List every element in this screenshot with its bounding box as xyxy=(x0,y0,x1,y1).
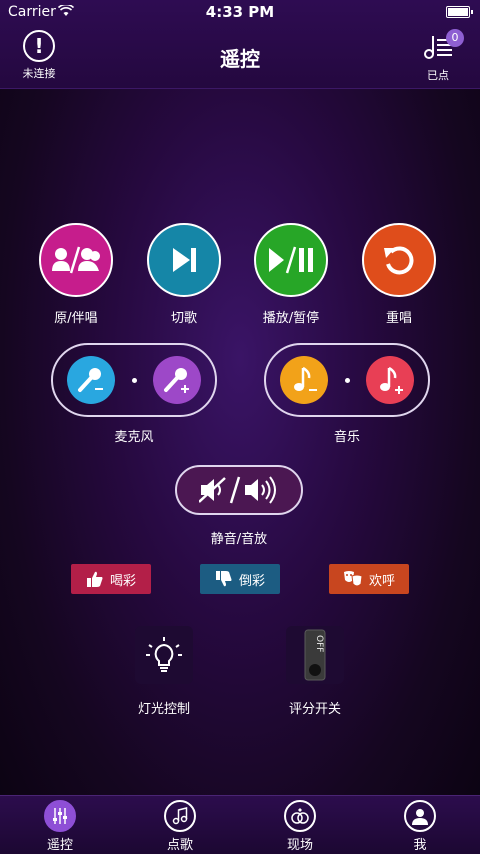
replay-control[interactable]: 重唱 xyxy=(349,223,449,326)
tab-live[interactable]: 现场 xyxy=(260,800,340,853)
skip-next-icon xyxy=(173,248,196,272)
tab-remote-label: 遥控 xyxy=(46,838,73,853)
tab-me-label: 我 xyxy=(413,838,427,853)
replay-button[interactable] xyxy=(362,223,436,297)
hooray-label: 欢呼 xyxy=(368,573,395,589)
queued-songs-button[interactable]: 0 已点 xyxy=(416,29,464,83)
tab-me[interactable]: 我 xyxy=(380,800,460,853)
separator-dot xyxy=(345,378,350,383)
mic-plus-icon xyxy=(164,368,189,393)
mute-label: 静音/音放 xyxy=(210,532,268,547)
tab-songs[interactable]: 点歌 xyxy=(140,800,220,853)
battery-icon xyxy=(446,6,473,18)
replay-icon xyxy=(384,246,414,275)
light-control-button[interactable] xyxy=(135,626,193,684)
mute-toggle-button[interactable] xyxy=(175,465,303,515)
skip-song-button[interactable] xyxy=(147,223,221,297)
music-volume-control xyxy=(264,343,430,417)
tab-remote[interactable]: 遥控 xyxy=(20,800,100,853)
mic-label: 麦克风 xyxy=(114,430,154,445)
score-toggle-label: 评分开关 xyxy=(288,702,341,717)
vocal-switch-icon xyxy=(52,246,100,274)
status-bar: Carrier 4:33 PM xyxy=(0,0,480,24)
light-control-label: 灯光控制 xyxy=(137,702,190,717)
vocal-switch-button[interactable] xyxy=(39,223,113,297)
music-volume-down-button[interactable] xyxy=(280,356,328,404)
cheer-label: 喝彩 xyxy=(109,573,136,589)
vocal-switch-label: 原/伴唱 xyxy=(54,311,98,326)
replay-label: 重唱 xyxy=(385,311,412,326)
top-bar: Carrier 4:33 PM ! 未连接 遥控 0 已点 xyxy=(0,0,480,89)
music-note-icon xyxy=(164,800,196,832)
hooray-button[interactable]: 欢呼 xyxy=(329,564,409,594)
masks-icon xyxy=(343,570,363,588)
play-pause-label: 播放/暂停 xyxy=(262,311,320,326)
mute-volume-icon xyxy=(199,476,276,504)
boo-label: 倒彩 xyxy=(238,573,265,589)
svg-text:OFF: OFF xyxy=(314,635,324,652)
mic-volume-up-button[interactable] xyxy=(153,356,201,404)
sliders-icon xyxy=(44,800,76,832)
separator-dot xyxy=(132,378,137,383)
skip-song-label: 切歌 xyxy=(170,311,197,326)
rings-icon xyxy=(284,800,316,832)
thumbs-up-icon xyxy=(86,570,104,588)
score-toggle-button[interactable]: OFF xyxy=(286,626,344,684)
music-plus-icon xyxy=(380,366,403,394)
play-pause-button[interactable] xyxy=(254,223,328,297)
play-pause-icon xyxy=(269,246,313,274)
user-icon xyxy=(404,800,436,832)
music-volume-up-button[interactable] xyxy=(366,356,414,404)
music-label: 音乐 xyxy=(333,430,360,445)
mic-volume-control xyxy=(51,343,217,417)
boo-button[interactable]: 倒彩 xyxy=(200,564,280,594)
tab-live-label: 现场 xyxy=(286,838,313,853)
queue-count-badge: 0 xyxy=(446,29,464,47)
page-title: 遥控 xyxy=(220,47,260,71)
queued-songs-label: 已点 xyxy=(427,69,449,82)
vocal-switch-control[interactable]: 原/伴唱 xyxy=(26,223,126,326)
skip-song-control[interactable]: 切歌 xyxy=(134,223,234,326)
cheer-button[interactable]: 喝彩 xyxy=(71,564,151,594)
mic-minus-icon xyxy=(78,368,103,392)
play-pause-control[interactable]: 播放/暂停 xyxy=(241,223,341,326)
lightbulb-icon xyxy=(146,637,182,672)
music-minus-icon xyxy=(294,366,317,391)
clock: 4:33 PM xyxy=(205,3,275,21)
mic-volume-down-button[interactable] xyxy=(67,356,115,404)
thumbs-down-icon xyxy=(215,570,233,588)
tab-bar: 遥控 点歌 现场 我 xyxy=(0,795,480,854)
toggle-off-icon: OFF xyxy=(304,629,326,681)
tab-songs-label: 点歌 xyxy=(166,838,193,853)
